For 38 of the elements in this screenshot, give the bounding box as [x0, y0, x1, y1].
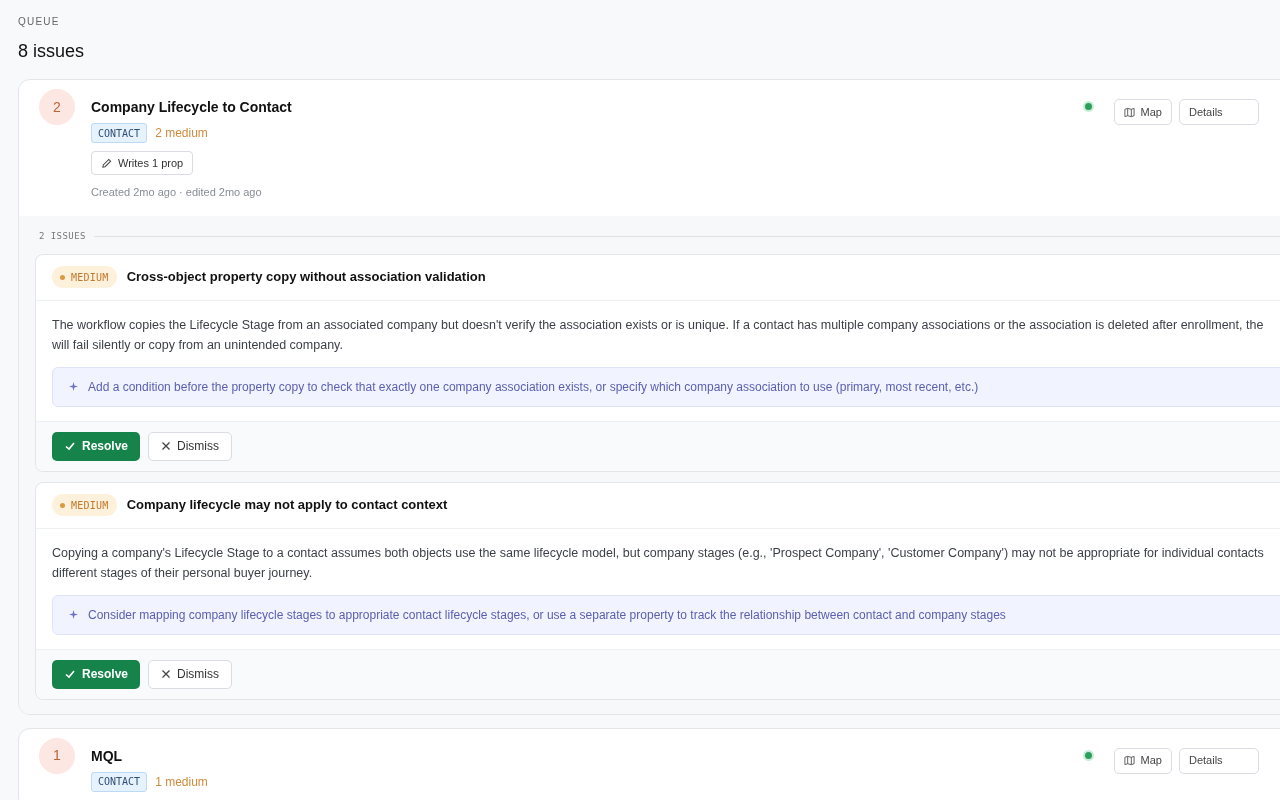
suggestion-text: Consider mapping company lifecycle stages to appropriate contact lifecycle stages, or use a separate property to track the relationship between contact and company stages — [88, 606, 1006, 624]
resolve-button[interactable]: Resolve — [52, 431, 141, 461]
issue-count-badge: 1 — [39, 737, 75, 774]
severity-badge: MEDIUM — [52, 266, 117, 288]
map-icon — [1123, 755, 1135, 766]
severity-summary: 1 medium — [155, 773, 208, 791]
issue-title: Company lifecycle may not apply to contact context — [126, 496, 448, 515]
workflow-title: Company Lifecycle to Contact — [91, 98, 293, 116]
details-button[interactable]: Details — [1179, 99, 1259, 125]
map-button[interactable]: Map — [1113, 99, 1172, 125]
object-tag: CONTACT — [91, 771, 148, 792]
resolve-button[interactable]: Resolve — [52, 659, 141, 689]
check-icon — [64, 668, 76, 680]
issue-title: Cross-object property copy without association validation — [126, 268, 486, 287]
sparkle-icon — [69, 610, 78, 619]
writes-chip: Writes 1 prop — [91, 151, 194, 175]
map-icon — [1123, 106, 1135, 118]
page-title: 8 issues — [18, 40, 86, 63]
close-icon — [161, 669, 172, 679]
workflow-meta: Created 2mo ago · edited 2mo ago — [91, 184, 263, 200]
dismiss-button[interactable]: Dismiss — [148, 659, 233, 689]
issues-count-label: 2 ISSUES — [39, 230, 86, 243]
pencil-icon — [101, 157, 112, 169]
issue-description: The workflow copies the Lifecycle Stage from an associated company but doesn't verify the association exists or is unique. If a contact has multiple company associations or the association is deleted after enrollment, the will fail silently or copy from an unintended company. — [52, 316, 1265, 354]
check-icon — [64, 440, 76, 452]
issue-count-badge: 2 — [39, 89, 75, 125]
close-icon — [161, 441, 172, 451]
suggestion-text: Add a condition before the property copy to check that exactly one company association exists, or specify which company association to use (primary, most recent, etc.) — [88, 378, 979, 396]
workflow-title: MQL — [91, 746, 124, 765]
sparkle-icon — [69, 382, 78, 391]
issue-description: Copying a company's Lifecycle Stage to a contact assumes both objects use the same lifecycle model, but company stages (e.g., 'Prospect Company', 'Customer Company') may not be appropriate for individual contacts different stages of their personal buyer journey. — [52, 544, 1265, 582]
section-eyebrow: QUEUE — [18, 15, 61, 29]
details-button[interactable]: Details — [1179, 747, 1259, 774]
severity-badge: MEDIUM — [52, 494, 117, 516]
map-button[interactable]: Map — [1113, 747, 1172, 774]
severity-summary: 2 medium — [155, 125, 208, 142]
object-tag: CONTACT — [91, 123, 148, 143]
dismiss-button[interactable]: Dismiss — [148, 431, 233, 461]
